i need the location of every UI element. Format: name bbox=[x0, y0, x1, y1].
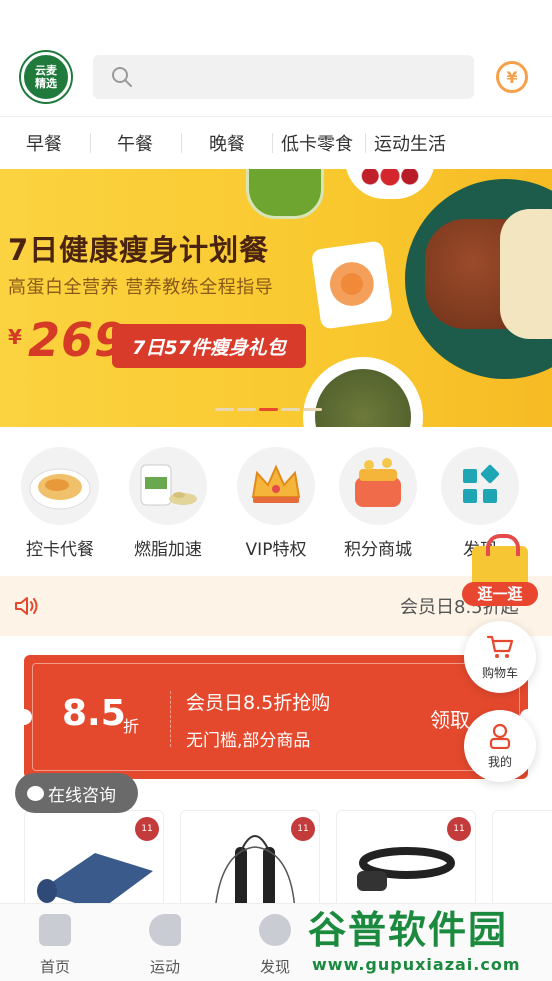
carrot-bowl-image bbox=[310, 240, 394, 330]
site-watermark: 谷普软件园 www.gupuxiazai.com bbox=[302, 893, 552, 977]
category-label: 燃脂加速 bbox=[134, 540, 202, 560]
tab-lunch[interactable]: 午餐 bbox=[91, 117, 181, 169]
watermark-title: 谷普软件园 bbox=[308, 908, 509, 952]
nav-label: 运动 bbox=[149, 958, 180, 976]
nav-sports[interactable]: 运动 bbox=[135, 914, 195, 977]
tab-breakfast[interactable]: 早餐 bbox=[0, 117, 90, 169]
supplement-bottle-icon bbox=[129, 447, 207, 525]
category-meal-replacement[interactable]: 控卡代餐 bbox=[10, 447, 110, 560]
meal-tabs: 早餐 午餐 晚餐 低卡零食 运动生活 bbox=[0, 116, 552, 168]
banner-pagination bbox=[215, 408, 322, 411]
pagination-dot[interactable] bbox=[303, 408, 322, 411]
berries-bowl-image bbox=[345, 169, 435, 199]
shoe-icon bbox=[149, 914, 181, 946]
coupon-divider bbox=[170, 691, 171, 747]
meal-plate-image bbox=[405, 179, 552, 379]
speaker-icon bbox=[15, 597, 38, 615]
bread-image bbox=[500, 209, 552, 339]
category-label: 控卡代餐 bbox=[26, 540, 94, 560]
nav-label: 发现 bbox=[259, 958, 290, 976]
brand-logo[interactable]: 云麦 精选 bbox=[21, 52, 71, 102]
banner-title: 7日健康瘦身计划餐 bbox=[8, 233, 270, 267]
online-consult-button[interactable]: 在线咨询 bbox=[15, 773, 138, 813]
nav-home[interactable]: 首页 bbox=[25, 914, 85, 977]
member-day-coupon[interactable]: 8.5 折 会员日8.5折抢购 无门槛,部分商品 领取 bbox=[16, 655, 536, 779]
browse-label: 逛一逛 bbox=[462, 582, 538, 606]
promo-tag: 11 bbox=[135, 817, 159, 841]
pagination-dot[interactable] bbox=[215, 408, 234, 411]
mine-label: 我的 bbox=[487, 754, 512, 769]
nav-label: 首页 bbox=[39, 958, 70, 976]
category-fat-burn[interactable]: 燃脂加速 bbox=[118, 447, 218, 560]
logo-text-line2: 精选 bbox=[35, 77, 57, 90]
app-screen: 云麦 精选 ¥ 早餐 午餐 晚餐 低卡零食 运动生活 7日健康瘦身计划餐 高蛋白… bbox=[0, 0, 552, 981]
promo-banner[interactable]: 7日健康瘦身计划餐 高蛋白全营养 营养教练全程指导 ¥ 269 7日57件瘦身礼… bbox=[0, 169, 552, 427]
compass-icon bbox=[259, 914, 291, 946]
coupon-amount: 8.5 bbox=[62, 693, 126, 734]
search-input[interactable] bbox=[93, 55, 474, 99]
apps-grid-icon bbox=[441, 447, 519, 525]
cart-button[interactable]: 购物车 bbox=[464, 621, 536, 693]
coupon-unit: 折 bbox=[123, 717, 140, 736]
banner-price-symbol: ¥ bbox=[8, 325, 22, 349]
coin-icon[interactable]: ¥ bbox=[496, 61, 528, 93]
chat-bubble-icon bbox=[27, 785, 44, 801]
category-label: VIP特权 bbox=[245, 540, 307, 560]
tab-dinner[interactable]: 晚餐 bbox=[182, 117, 272, 169]
promo-tag: 11 bbox=[291, 817, 315, 841]
tab-sports-life[interactable]: 运动生活 bbox=[366, 117, 466, 169]
mine-button[interactable]: 我的 bbox=[464, 710, 536, 782]
promo-tag: 11 bbox=[447, 817, 471, 841]
pagination-dot-active[interactable] bbox=[259, 408, 278, 411]
product-card-jump-rope[interactable]: 11 bbox=[180, 810, 320, 910]
coupon-description: 无门槛,部分商品 bbox=[186, 731, 311, 751]
salad-plate-image bbox=[303, 357, 423, 427]
product-card-yoga-mat[interactable]: 11 bbox=[24, 810, 164, 910]
banner-subtitle: 高蛋白全营养 营养教练全程指导 bbox=[8, 277, 274, 298]
consult-label: 在线咨询 bbox=[48, 785, 116, 806]
nav-discover[interactable]: 发现 bbox=[245, 914, 305, 977]
pagination-dot[interactable] bbox=[237, 408, 256, 411]
watermark-url: www.gupuxiazai.com bbox=[312, 955, 521, 974]
gift-box-icon bbox=[339, 447, 417, 525]
juice-glass-image bbox=[246, 169, 324, 219]
category-vip[interactable]: VIP特权 bbox=[226, 447, 326, 560]
logo-text-line1: 云麦 bbox=[35, 64, 57, 77]
coupon-notch bbox=[16, 709, 32, 725]
user-icon bbox=[489, 723, 511, 749]
home-icon bbox=[39, 914, 71, 946]
top-bar: 云麦 精选 ¥ bbox=[0, 0, 552, 116]
meal-plate-icon bbox=[21, 447, 99, 525]
crown-icon bbox=[237, 447, 315, 525]
cart-icon bbox=[486, 635, 514, 658]
banner-package-badge[interactable]: 7日57件瘦身礼包 bbox=[112, 324, 306, 368]
coupon-title: 会员日8.5折抢购 bbox=[186, 692, 331, 714]
category-points-mall[interactable]: 积分商城 bbox=[328, 447, 428, 560]
tab-low-cal-snacks[interactable]: 低卡零食 bbox=[273, 117, 365, 169]
cart-label: 购物车 bbox=[481, 665, 518, 680]
browse-shop-button[interactable]: 逛一逛 bbox=[462, 532, 538, 608]
category-label: 积分商城 bbox=[344, 540, 412, 560]
claim-coupon-button[interactable]: 领取 bbox=[430, 704, 470, 733]
search-icon bbox=[112, 67, 132, 87]
pagination-dot[interactable] bbox=[281, 408, 300, 411]
